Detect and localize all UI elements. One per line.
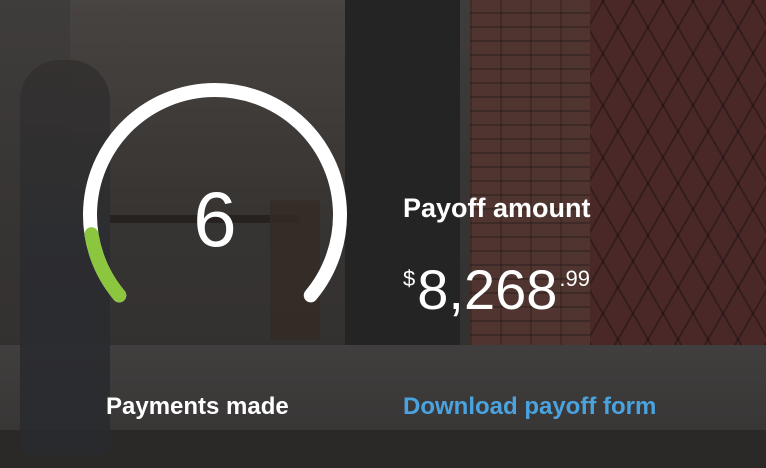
- amount-cents: .99: [559, 266, 590, 291]
- payments-made-count: 6: [193, 175, 237, 263]
- payments-gauge: 6: [60, 60, 380, 360]
- amount-whole: 8,268: [417, 258, 558, 321]
- currency-symbol: $: [403, 266, 416, 291]
- payoff-amount-title: Payoff amount: [403, 193, 591, 223]
- download-payoff-form-link[interactable]: Download payoff form: [403, 393, 656, 421]
- payoff-amount-value: $8,268.99: [403, 262, 590, 318]
- payments-made-label: Payments made: [106, 393, 289, 420]
